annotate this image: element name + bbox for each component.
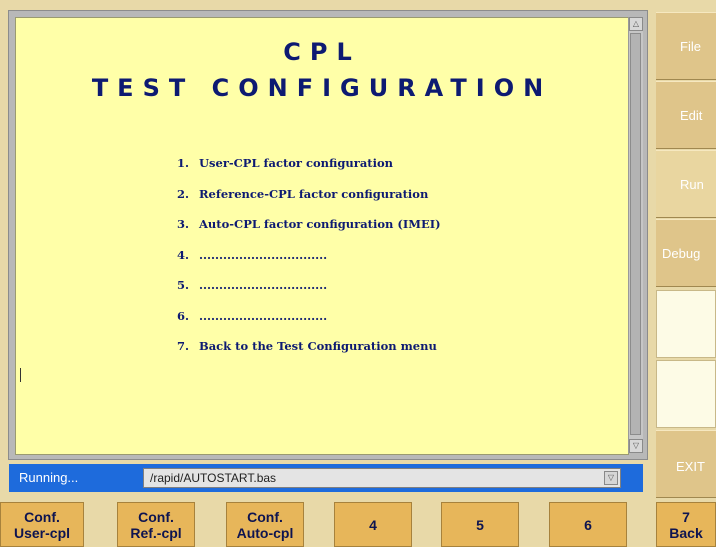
triangle-down-icon: ▽ (632, 441, 640, 450)
menu-item-4[interactable]: 4................................. (161, 248, 441, 279)
screen-pane: CPL TEST CONFIGURATION 1. User-CPL factor… (15, 17, 629, 455)
page-title: CPL (283, 38, 361, 66)
vertical-scrollbar[interactable]: △ ▽ (628, 17, 643, 453)
fkey-line1: Conf. (138, 509, 174, 525)
menu-item-number: 3. (176, 217, 189, 231)
menu-item-label: ................................ (199, 247, 328, 262)
triangle-down-icon: ▽ (607, 473, 615, 482)
scroll-down-button[interactable]: ▽ (629, 439, 643, 453)
menu-item-label: Back to the Test Configuration menu (199, 339, 437, 353)
main-frame: CPL TEST CONFIGURATION 1. User-CPL factor… (8, 10, 648, 460)
fkey-6-button[interactable]: 6 (549, 502, 627, 547)
menu-item-6[interactable]: 6................................. (161, 309, 441, 340)
menu-item-2[interactable]: 2. Reference-CPL factor configuration (161, 187, 441, 218)
fkey-line1: Conf. (247, 509, 283, 525)
text-cursor (20, 368, 21, 382)
fkey-5-button[interactable]: 5 (441, 502, 519, 547)
fkey-label: 4 (369, 517, 377, 533)
run-button[interactable]: Run (656, 150, 716, 218)
fkey-4-button[interactable]: 4 (334, 502, 412, 547)
status-bar: Running... /rapid/AUTOSTART.bas ▽ (9, 464, 643, 492)
menu-item-number: 5. (176, 278, 189, 292)
menu-item-number: 2. (176, 186, 189, 201)
scroll-thumb[interactable] (630, 33, 641, 435)
exit-button[interactable]: EXIT (656, 430, 716, 498)
menu-item-number: 4. (176, 247, 189, 262)
fkey-line2: User-cpl (13, 525, 71, 541)
menu-item-1[interactable]: 1. User-CPL factor configuration (161, 156, 441, 187)
edit-label: Edit (680, 108, 703, 123)
script-path: /rapid/AUTOSTART.bas (150, 471, 277, 485)
debug-label: Debug (662, 246, 701, 261)
fkey-line2: Auto-cpl (236, 525, 294, 541)
menu-item-number: 1. (176, 156, 189, 170)
script-path-field[interactable]: /rapid/AUTOSTART.bas ▽ (143, 468, 621, 488)
menu-item-label: ................................ (199, 308, 328, 323)
debug-button[interactable]: Debug (656, 219, 716, 287)
scroll-up-button[interactable]: △ (629, 17, 643, 31)
triangle-up-icon: △ (632, 19, 640, 28)
menu-item-7[interactable]: 7. Back to the Test Configuration menu (161, 339, 441, 370)
menu-item-5[interactable]: 5................................. (161, 278, 441, 309)
file-button[interactable]: File (656, 12, 716, 80)
fkey-line2: Back (669, 525, 703, 541)
conf-ref-cpl-button[interactable]: Conf. Ref.-cpl (117, 502, 195, 547)
sidebar-blank-2 (656, 360, 716, 428)
fkey-label: 6 (584, 517, 592, 533)
status-text: Running... (19, 470, 79, 485)
page-subtitle: TEST CONFIGURATION (91, 74, 553, 102)
menu-item-number: 6. (176, 308, 189, 323)
file-label: File (680, 39, 701, 54)
fkey-line1: 7 (682, 509, 690, 525)
conf-auto-cpl-button[interactable]: Conf. Auto-cpl (226, 502, 304, 547)
dropdown-button[interactable]: ▽ (604, 471, 618, 485)
fkey-label: 5 (476, 517, 484, 533)
menu-item-number: 7. (176, 339, 189, 353)
conf-user-cpl-button[interactable]: Conf. User-cpl (0, 502, 84, 547)
edit-button[interactable]: Edit (656, 81, 716, 149)
fkey-line2: Ref.-cpl (130, 525, 182, 541)
config-menu: 1. User-CPL factor configuration 2. Refere… (161, 156, 441, 370)
menu-item-label: Reference-CPL factor configuration (199, 186, 429, 201)
sidebar-blank-1 (656, 290, 716, 358)
fkey-line1: Conf. (24, 509, 60, 525)
menu-item-label: ................................ (199, 278, 328, 292)
menu-item-label: User-CPL factor configuration (199, 156, 394, 170)
menu-item-3[interactable]: 3. Auto-CPL factor configuration (IMEI) (161, 217, 441, 248)
exit-label: EXIT (676, 459, 705, 474)
run-label: Run (680, 177, 704, 192)
menu-item-label: Auto-CPL factor configuration (IMEI) (199, 217, 441, 231)
back-button[interactable]: 7 Back (656, 502, 716, 547)
